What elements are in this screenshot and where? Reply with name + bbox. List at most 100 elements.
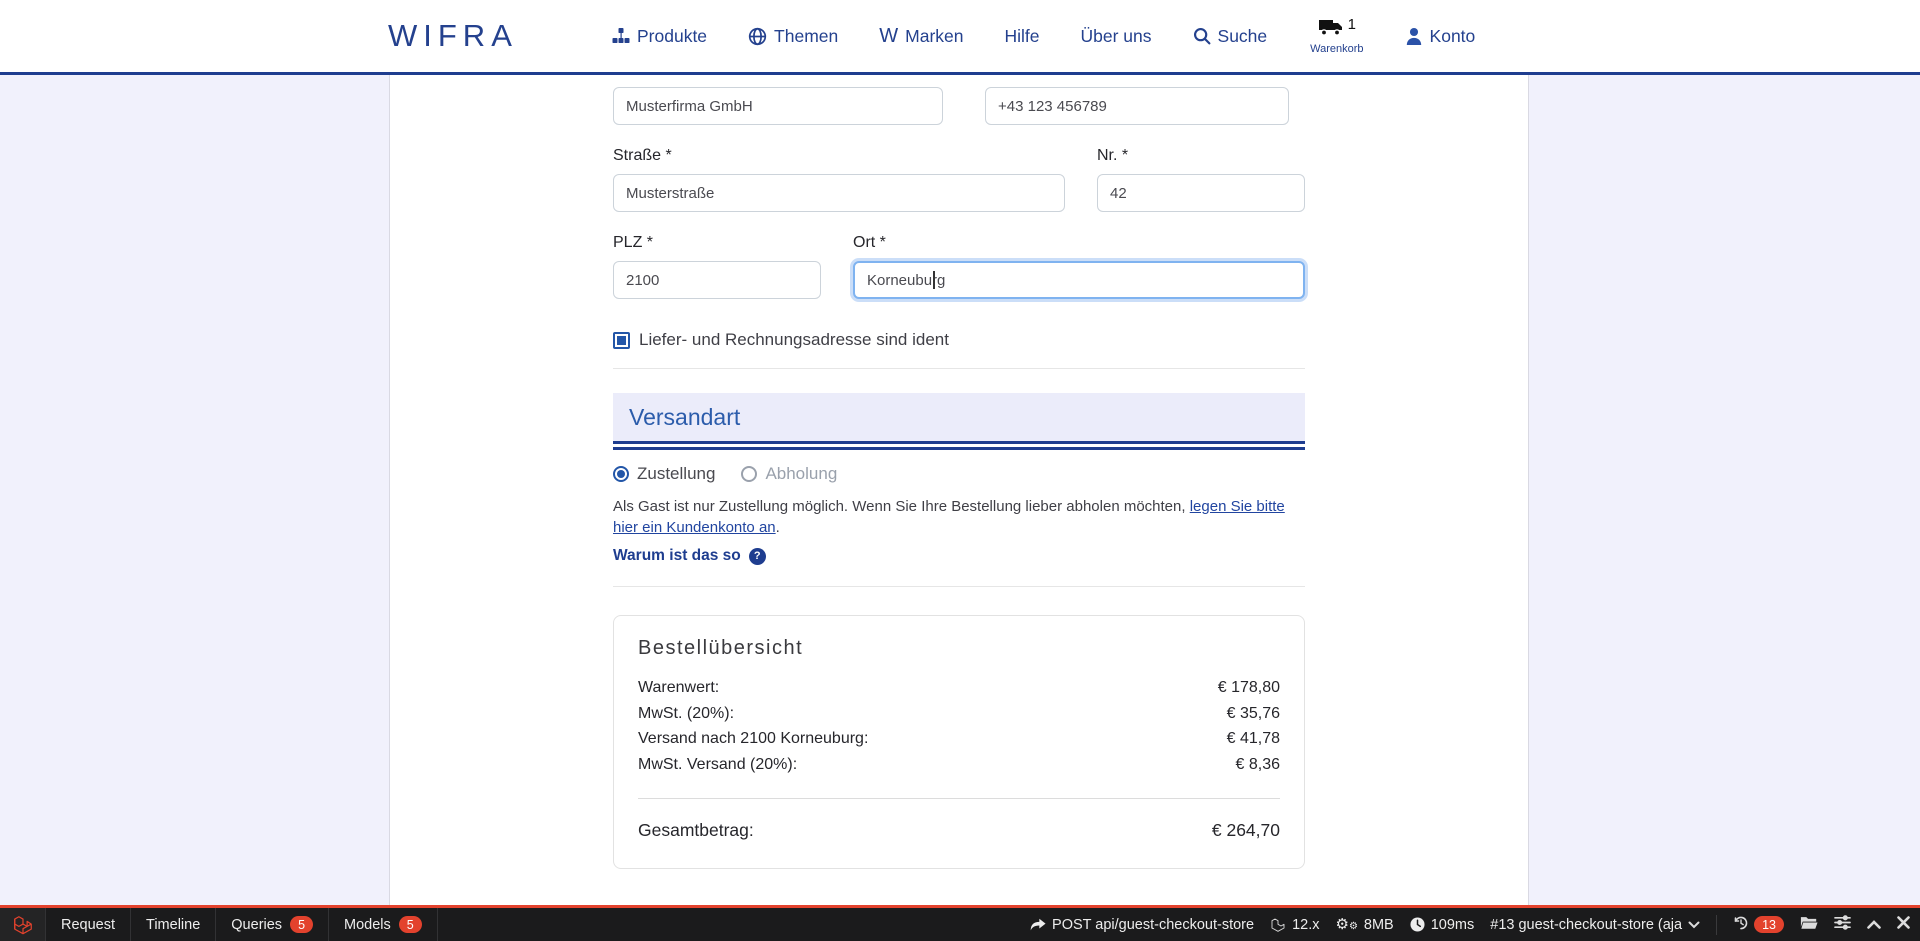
nav-label: Themen	[774, 26, 838, 47]
tab-queries[interactable]: Queries 5	[216, 908, 329, 941]
summary-label: Warenwert:	[638, 675, 719, 701]
nav-themen[interactable]: Themen	[748, 26, 838, 47]
close-icon	[1897, 916, 1910, 933]
summary-row: Versand nach 2100 Korneuburg: € 41,78	[638, 726, 1280, 752]
summary-row: MwSt. (20%): € 35,76	[638, 701, 1280, 727]
nav-produkte[interactable]: Produkte	[612, 26, 707, 47]
checkout-page: WIFRA Produkte	[0, 0, 1920, 941]
close-button[interactable]	[1897, 916, 1910, 933]
summary-total-row: Gesamtbetrag: € 264,70	[638, 818, 1280, 844]
nr-field[interactable]	[1097, 174, 1305, 212]
total-label: Gesamtbetrag:	[638, 818, 754, 844]
radio-unselected-icon[interactable]	[741, 466, 757, 482]
tab-label: Request	[61, 917, 115, 933]
plz-ort-row: PLZ * Ort *	[613, 234, 1305, 299]
left-gutter	[0, 75, 390, 941]
main-nav: Produkte Themen W Marken Hilfe	[612, 0, 1520, 72]
memory-usage: ⚙⚙ 8MB	[1335, 917, 1393, 933]
nav-hilfe[interactable]: Hilfe	[1005, 26, 1040, 47]
laravel-logo-icon[interactable]	[0, 908, 46, 941]
request-selector[interactable]: #13 guest-checkout-store (aja	[1490, 917, 1700, 933]
summary-value: € 41,78	[1227, 726, 1280, 752]
redirect-arrow-icon	[1030, 918, 1046, 932]
street-field[interactable]	[613, 174, 1065, 212]
tab-models[interactable]: Models 5	[329, 908, 438, 941]
summary-row: Warenwert: € 178,80	[638, 675, 1280, 701]
summary-value: € 8,36	[1236, 752, 1280, 778]
nav-label: Über uns	[1081, 26, 1152, 47]
tab-request[interactable]: Request	[46, 908, 131, 941]
total-value: € 264,70	[1212, 818, 1280, 844]
street-label: Straße *	[613, 147, 1065, 165]
nav-ueber-uns[interactable]: Über uns	[1081, 26, 1152, 47]
folder-icon	[1800, 915, 1818, 934]
phone-field[interactable]	[985, 87, 1289, 125]
request-duration: 109ms	[1410, 917, 1475, 933]
nav-marken[interactable]: W Marken	[879, 25, 963, 48]
summary-label: MwSt. (20%):	[638, 701, 734, 727]
tab-label: Queries	[231, 917, 282, 933]
divider	[613, 586, 1305, 587]
queries-count-badge: 5	[290, 916, 313, 933]
search-icon	[1193, 27, 1211, 45]
versandart-section-header: Versandart	[613, 393, 1305, 441]
summary-label: MwSt. Versand (20%):	[638, 752, 797, 778]
checkout-form: Straße * Nr. * PLZ * Ort *	[613, 75, 1305, 941]
section-underline	[613, 441, 1305, 450]
why-link[interactable]: Warum ist das so	[613, 547, 741, 565]
history-count-badge: 13	[1754, 916, 1784, 933]
divider	[613, 368, 1305, 369]
plz-field[interactable]	[613, 261, 821, 299]
version-label: 12.x	[1292, 917, 1319, 933]
request-selector-label: #13 guest-checkout-store (aja	[1490, 917, 1682, 933]
question-mark-icon[interactable]: ?	[749, 548, 766, 565]
summary-row: MwSt. Versand (20%): € 8,36	[638, 752, 1280, 778]
chevron-up-icon	[1867, 917, 1881, 933]
laravel-version-icon	[1270, 917, 1286, 933]
plz-label: PLZ *	[613, 234, 821, 252]
radio-zustellung[interactable]: Zustellung	[613, 464, 715, 484]
shipping-options: Zustellung Abholung	[613, 464, 1305, 484]
right-gutter	[1528, 75, 1919, 941]
page-body: Straße * Nr. * PLZ * Ort *	[0, 75, 1920, 941]
radio-selected-icon[interactable]	[613, 466, 629, 482]
same-address-label: Liefer- und Rechnungsadresse sind ident	[639, 330, 949, 350]
tab-timeline[interactable]: Timeline	[131, 908, 216, 941]
radio-label: Abholung	[765, 464, 837, 484]
duration-label: 109ms	[1431, 917, 1475, 933]
nav-konto[interactable]: Konto	[1405, 26, 1476, 47]
chevron-down-icon	[1688, 921, 1700, 929]
radio-abholung[interactable]: Abholung	[741, 464, 837, 484]
checkbox-checked-icon[interactable]	[613, 332, 630, 349]
site-header: WIFRA Produkte	[0, 0, 1920, 75]
settings-button[interactable]	[1834, 915, 1851, 934]
site-logo[interactable]: WIFRA	[388, 18, 518, 54]
why-row: Warum ist das so ?	[613, 547, 1305, 565]
request-route[interactable]: POST api/guest-checkout-store	[1030, 917, 1254, 933]
nav-warenkorb[interactable]: 1 Warenkorb	[1310, 18, 1363, 55]
nav-suche[interactable]: Suche	[1193, 26, 1268, 47]
same-address-checkbox-row[interactable]: Liefer- und Rechnungsadresse sind ident	[613, 330, 1305, 350]
memory-label: 8MB	[1364, 917, 1394, 933]
history-button[interactable]: 13	[1733, 915, 1784, 935]
gears-icon: ⚙⚙	[1335, 917, 1357, 932]
models-count-badge: 5	[399, 916, 422, 933]
request-route-label: POST api/guest-checkout-store	[1052, 917, 1254, 933]
nav-label: Hilfe	[1005, 26, 1040, 47]
ort-label: Ort *	[853, 234, 1305, 252]
ort-field[interactable]	[853, 261, 1305, 299]
company-field[interactable]	[613, 87, 943, 125]
note-period: .	[776, 519, 780, 536]
clock-icon	[1410, 917, 1425, 932]
laravel-version: 12.x	[1270, 917, 1319, 933]
truck-icon	[1318, 18, 1344, 41]
nav-label: Konto	[1430, 26, 1476, 47]
company-phone-row	[613, 87, 1305, 125]
sliders-icon	[1834, 915, 1851, 934]
user-icon	[1405, 27, 1423, 46]
summary-value: € 178,80	[1218, 675, 1280, 701]
open-folder-button[interactable]	[1800, 915, 1818, 934]
summary-label: Versand nach 2100 Korneuburg:	[638, 726, 868, 752]
minimize-button[interactable]	[1867, 917, 1881, 933]
checkout-content: Straße * Nr. * PLZ * Ort *	[390, 75, 1528, 941]
